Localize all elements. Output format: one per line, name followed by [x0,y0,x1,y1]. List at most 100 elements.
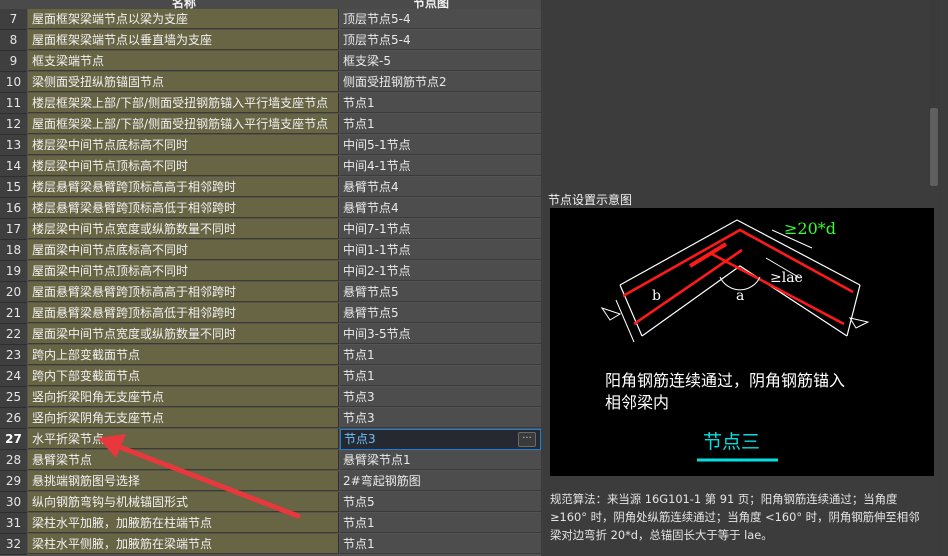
row-name-cell[interactable]: 梁侧面受扭纵筋锚固节点 [28,72,339,92]
row-node-cell[interactable]: 节点1 [340,366,541,386]
row-node-cell[interactable]: 中间1-1节点 [340,240,541,260]
table-row[interactable]: 23 跨内上部变截面节点 节点1 [0,345,541,366]
row-node-cell[interactable]: 2#弯起钢筋图 [340,471,541,491]
row-node-cell[interactable]: 悬臂节点4 [340,198,541,218]
row-name-cell[interactable]: 楼层梁中间节点宽度或纵筋数量不同时 [28,219,339,239]
row-node-cell[interactable]: 节点1 [340,534,541,554]
table-row[interactable]: 9 框支梁端节点 框支梁-5 [0,51,541,72]
table-row[interactable]: 10 梁侧面受扭纵筋锚固节点 侧面受扭钢筋节点2 [0,72,541,93]
row-number[interactable]: 28 [0,450,27,471]
row-number[interactable]: 19 [0,261,27,282]
row-node-cell[interactable]: 节点1 [340,93,541,113]
table-row[interactable]: 13 楼层梁中间节点底标高不同时 中间5-1节点 [0,135,541,156]
row-number[interactable]: 30 [0,492,27,513]
row-name-cell[interactable]: 跨内上部变截面节点 [28,345,339,365]
row-name-cell[interactable]: 梁柱水平加腋，加腋筋在柱端节点 [28,513,339,533]
row-node-cell[interactable]: 节点5 [340,492,541,512]
row-name-cell[interactable]: 楼层悬臂梁悬臂跨顶标高低于相邻跨时 [28,198,339,218]
row-node-cell[interactable]: 悬臂节点5 [340,303,541,323]
row-number[interactable]: 25 [0,387,27,408]
row-node-cell[interactable]: 节点1 [340,114,541,134]
table-row[interactable]: 27 水平折梁节点 节点3 ··· [0,429,541,450]
row-number[interactable]: 24 [0,366,27,387]
table-row[interactable]: 7 屋面框架梁端节点以梁为支座 顶层节点5-4 [0,9,541,30]
row-number[interactable]: 21 [0,303,27,324]
table-row[interactable]: 24 跨内下部变截面节点 节点1 [0,366,541,387]
row-name-cell[interactable]: 屋面梁中间节点宽度或纵筋数量不同时 [28,324,339,344]
row-number[interactable]: 14 [0,156,27,177]
row-name-cell[interactable]: 竖向折梁阳角无支座节点 [28,387,339,407]
row-node-cell[interactable]: 悬臂节点5 [340,282,541,302]
row-name-cell[interactable]: 楼层梁中间节点顶标高不同时 [28,156,339,176]
row-node-cell[interactable]: 中间4-1节点 [340,156,541,176]
row-node-cell[interactable]: 中间3-5节点 [340,324,541,344]
row-name-cell[interactable]: 楼层梁中间节点底标高不同时 [28,135,339,155]
table-row[interactable]: 19 屋面梁中间节点顶标高不同时 中间2-1节点 [0,261,541,282]
row-number[interactable]: 11 [0,93,27,114]
row-node-cell[interactable]: 顶层节点5-4 [340,9,541,29]
row-name-cell[interactable]: 屋面梁中间节点顶标高不同时 [28,261,339,281]
row-name-cell[interactable]: 屋面梁中间节点底标高不同时 [28,240,339,260]
table-row[interactable]: 18 屋面梁中间节点底标高不同时 中间1-1节点 [0,240,541,261]
row-node-cell[interactable]: 顶层节点5-4 [340,30,541,50]
row-number[interactable]: 13 [0,135,27,156]
table-row[interactable]: 31 梁柱水平加腋，加腋筋在柱端节点 节点1 [0,513,541,534]
table-row[interactable]: 29 悬挑端钢筋图号选择 2#弯起钢筋图 [0,471,541,492]
row-number[interactable]: 10 [0,72,27,93]
row-name-cell[interactable]: 屋面悬臂梁悬臂跨顶标高低于相邻跨时 [28,303,339,323]
row-name-cell[interactable]: 水平折梁节点 [28,429,339,449]
row-name-cell[interactable]: 屋面框架梁上部/下部/侧面受扭钢筋锚入平行墙支座节点 [28,114,339,134]
row-number[interactable]: 32 [0,534,27,555]
table-row[interactable]: 16 楼层悬臂梁悬臂跨顶标高低于相邻跨时 悬臂节点4 [0,198,541,219]
table-row[interactable]: 30 纵向钢筋弯钩与机械锚固形式 节点5 [0,492,541,513]
row-name-cell[interactable]: 屋面悬臂梁悬臂跨顶标高高于相邻跨时 [28,282,339,302]
table-row[interactable]: 32 梁柱水平侧腋，加腋筋在梁端节点 节点1 [0,534,541,555]
row-name-cell[interactable]: 梁柱水平侧腋，加腋筋在梁端节点 [28,534,339,554]
row-node-cell[interactable]: 侧面受扭钢筋节点2 [340,72,541,92]
row-node-cell[interactable]: 节点1 [340,513,541,533]
row-number[interactable]: 22 [0,324,27,345]
row-number[interactable]: 31 [0,513,27,534]
row-name-cell[interactable]: 悬臂梁节点 [28,450,339,470]
row-number[interactable]: 23 [0,345,27,366]
row-number[interactable]: 15 [0,177,27,198]
table-row[interactable]: 17 楼层梁中间节点宽度或纵筋数量不同时 中间7-1节点 [0,219,541,240]
table-row[interactable]: 26 竖向折梁阴角无支座节点 节点3 [0,408,541,429]
row-name-cell[interactable]: 屋面框架梁端节点以垂直墙为支座 [28,30,339,50]
table-row[interactable]: 28 悬臂梁节点 悬臂梁节点1 [0,450,541,471]
row-number[interactable]: 8 [0,30,27,51]
row-number[interactable]: 7 [0,9,27,30]
table-row[interactable]: 14 楼层梁中间节点顶标高不同时 中间4-1节点 [0,156,541,177]
table-row[interactable]: 22 屋面梁中间节点宽度或纵筋数量不同时 中间3-5节点 [0,324,541,345]
row-number[interactable]: 29 [0,471,27,492]
row-number[interactable]: 20 [0,282,27,303]
row-number[interactable]: 26 [0,408,27,429]
table-row[interactable]: 25 竖向折梁阳角无支座节点 节点3 [0,387,541,408]
row-node-cell[interactable]: 悬臂梁节点1 [340,450,541,470]
row-name-cell[interactable]: 跨内下部变截面节点 [28,366,339,386]
row-name-cell[interactable]: 屋面框架梁端节点以梁为支座 [28,9,339,29]
table-row[interactable]: 21 屋面悬臂梁悬臂跨顶标高低于相邻跨时 悬臂节点5 [0,303,541,324]
row-node-cell[interactable]: 中间2-1节点 [340,261,541,281]
row-name-cell[interactable]: 楼层框架梁上部/下部/侧面受扭钢筋锚入平行墙支座节点 [28,93,339,113]
row-number[interactable]: 27 [0,429,27,450]
row-number[interactable]: 12 [0,114,27,135]
row-name-cell[interactable]: 框支梁端节点 [28,51,339,71]
row-number[interactable]: 17 [0,219,27,240]
table-row[interactable]: 11 楼层框架梁上部/下部/侧面受扭钢筋锚入平行墙支座节点 节点1 [0,93,541,114]
row-node-cell[interactable]: 节点3 ··· [340,429,541,450]
row-number[interactable]: 16 [0,198,27,219]
scrollbar-thumb[interactable] [930,108,938,186]
row-node-cell[interactable]: 节点1 [340,345,541,365]
row-node-cell[interactable]: 节点3 [340,387,541,407]
row-node-cell[interactable]: 悬臂节点4 [340,177,541,197]
row-name-cell[interactable]: 竖向折梁阴角无支座节点 [28,408,339,428]
row-number[interactable]: 9 [0,51,27,72]
row-number[interactable]: 18 [0,240,27,261]
table-row[interactable]: 15 楼层悬臂梁悬臂跨顶标高高于相邻跨时 悬臂节点4 [0,177,541,198]
row-node-cell[interactable]: 中间7-1节点 [340,219,541,239]
table-row[interactable]: 20 屋面悬臂梁悬臂跨顶标高高于相邻跨时 悬臂节点5 [0,282,541,303]
row-name-cell[interactable]: 楼层悬臂梁悬臂跨顶标高高于相邻跨时 [28,177,339,197]
table-row[interactable]: 12 屋面框架梁上部/下部/侧面受扭钢筋锚入平行墙支座节点 节点1 [0,114,541,135]
row-node-cell[interactable]: 框支梁-5 [340,51,541,71]
